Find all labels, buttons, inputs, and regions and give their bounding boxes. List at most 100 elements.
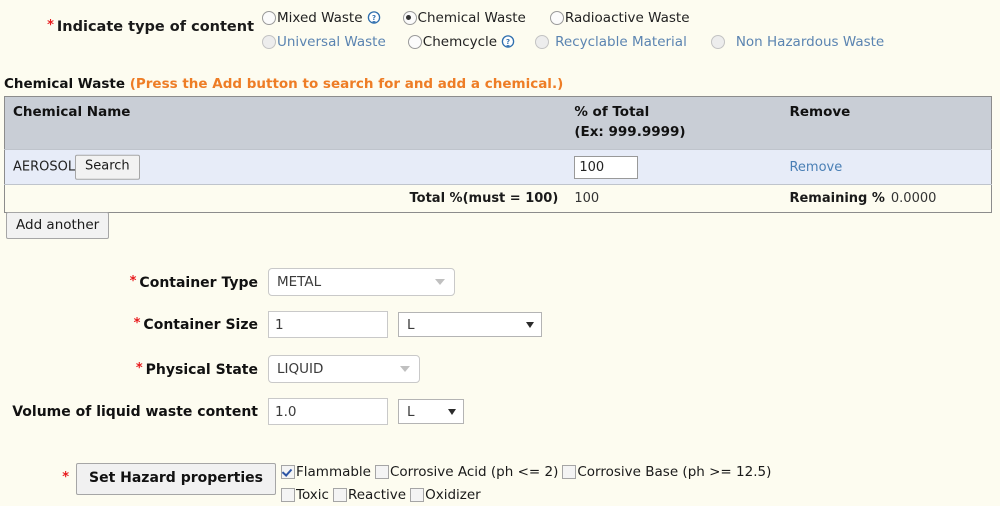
column-header-remove: Remove: [781, 96, 992, 150]
chemical-waste-hint: (Press the Add button to search for and …: [129, 76, 564, 92]
total-percent-label: Total %(must = 100): [409, 191, 559, 207]
radio-universal-waste: [262, 35, 276, 49]
container-type-label-text: Container Type: [139, 274, 258, 291]
radio-option-mixed-waste[interactable]: Mixed Waste ?: [262, 10, 381, 26]
radio-chemical-waste[interactable]: [402, 11, 417, 25]
physical-state-label-text: Physical State: [145, 361, 258, 378]
remaining-percent-cell: Remaining % 0.0000: [781, 184, 992, 213]
checkbox-label-corrosive-base: Corrosive Base (ph >= 12.5): [577, 463, 772, 480]
volume-row: Volume of liquid waste content L: [0, 398, 1000, 425]
set-hazard-properties-button[interactable]: Set Hazard properties: [76, 463, 276, 495]
checkbox-reactive[interactable]: [332, 487, 347, 502]
hazard-required-wrap: *: [0, 458, 72, 487]
content-type-options: Mixed Waste ? Chemical Waste Radioactive…: [262, 4, 884, 54]
radio-option-chemical-waste[interactable]: Chemical Waste: [402, 10, 526, 26]
radio-option-non-hazardous-waste[interactable]: Non Hazardous Waste: [710, 34, 885, 50]
container-type-label: * Container Type: [0, 274, 268, 291]
radio-label-recyclable-material: Recyclable Material: [555, 34, 687, 50]
required-asterisk-container-type: *: [129, 273, 137, 289]
required-asterisk-container-size: *: [133, 316, 141, 331]
search-button[interactable]: Search: [75, 154, 140, 180]
container-size-label-text: Container Size: [143, 317, 258, 333]
remove-link[interactable]: Remove: [789, 160, 842, 175]
checkbox-oxidizer[interactable]: [410, 487, 425, 502]
radio-option-recyclable-material[interactable]: Recyclable Material: [535, 34, 687, 50]
container-type-select[interactable]: METAL: [268, 268, 455, 296]
radio-chemcycle[interactable]: [407, 35, 422, 49]
column-header-percent-line1: % of Total: [574, 104, 650, 120]
required-asterisk-hazard: *: [62, 470, 69, 485]
chemical-table: Chemical Name % of Total (Ex: 999.9999) …: [4, 96, 992, 214]
volume-input[interactable]: [268, 398, 388, 425]
help-icon-chemcycle[interactable]: ?: [501, 35, 515, 49]
radio-option-chemcycle[interactable]: Chemcycle ?: [407, 34, 515, 50]
chevron-down-icon-physical-state: [400, 366, 410, 372]
radio-option-radioactive-waste[interactable]: Radioactive Waste: [549, 10, 690, 26]
checkbox-item-corrosive-acid[interactable]: Corrosive Acid (ph <= 2): [375, 464, 562, 480]
radio-label-chemcycle: Chemcycle: [422, 34, 498, 50]
radio-recyclable-material: [535, 35, 550, 49]
physical-state-value: LIQUID: [277, 361, 324, 377]
required-asterisk: *: [47, 18, 54, 33]
volume-unit-select[interactable]: L: [398, 399, 464, 424]
percent-of-total-input[interactable]: [574, 155, 639, 179]
checkbox-item-oxidizer[interactable]: Oxidizer: [410, 487, 485, 503]
column-header-chemical-name: Chemical Name: [4, 96, 567, 150]
chemical-waste-heading: Chemical Waste (Press the Add button to …: [4, 76, 563, 92]
radio-label-mixed-waste: Mixed Waste: [277, 10, 363, 26]
content-type-label: * Indicate type of content: [0, 4, 262, 35]
checkbox-item-toxic[interactable]: Toxic: [281, 487, 333, 503]
container-type-value: METAL: [277, 274, 322, 290]
checkbox-item-reactive[interactable]: Reactive: [332, 487, 410, 503]
container-size-row: *Container Size L: [0, 311, 1000, 338]
chevron-down-icon-container-size-unit: [526, 321, 534, 328]
checkbox-label-oxidizer: Oxidizer: [425, 486, 481, 503]
hazard-checkbox-group: Flammable Corrosive Acid (ph <= 2) Corro…: [281, 458, 775, 506]
radio-non-hazardous-waste: [710, 35, 725, 49]
checkbox-label-toxic: Toxic: [296, 486, 329, 503]
radio-label-universal-waste: Universal Waste: [277, 34, 386, 50]
column-header-percent-of-total: % of Total (Ex: 999.9999): [566, 96, 782, 150]
checkbox-flammable[interactable]: [281, 464, 295, 479]
radio-option-universal-waste[interactable]: Universal Waste: [262, 34, 386, 50]
checkbox-item-flammable[interactable]: Flammable: [281, 464, 375, 480]
content-type-label-text: Indicate type of content: [56, 19, 254, 35]
hazard-checkbox-row-1: Flammable Corrosive Acid (ph <= 2) Corro…: [281, 460, 775, 483]
container-size-unit-value: L: [407, 316, 415, 333]
total-percent-value-cell: 100: [566, 184, 782, 213]
radio-label-non-hazardous-waste: Non Hazardous Waste: [735, 34, 885, 50]
add-another-button[interactable]: Add another: [6, 212, 110, 239]
container-size-unit-select[interactable]: L: [398, 312, 542, 337]
checkbox-label-flammable: Flammable: [296, 463, 371, 480]
cell-remove: Remove: [781, 149, 992, 185]
required-asterisk-physical-state: *: [135, 360, 143, 376]
svg-text:?: ?: [372, 14, 376, 22]
volume-label: Volume of liquid waste content: [0, 404, 268, 420]
total-percent-label-cell: Total %(must = 100): [4, 184, 567, 213]
checkbox-toxic[interactable]: [281, 487, 295, 502]
physical-state-label: * Physical State: [0, 361, 268, 378]
radio-radioactive-waste[interactable]: [549, 11, 564, 25]
content-type-row-1: Mixed Waste ? Chemical Waste Radioactive…: [262, 6, 884, 30]
checkbox-label-corrosive-acid: Corrosive Acid (ph <= 2): [390, 463, 559, 480]
total-percent-value: 100: [574, 191, 600, 207]
help-icon-mixed-waste[interactable]: ?: [367, 11, 381, 25]
remaining-percent-value: 0.0000: [890, 191, 937, 207]
volume-label-text: Volume of liquid waste content: [12, 403, 258, 420]
cell-chemical-name: AEROSOL Search: [4, 149, 567, 185]
radio-mixed-waste[interactable]: [262, 11, 276, 25]
checkbox-corrosive-acid[interactable]: [375, 464, 389, 479]
checkbox-item-corrosive-base[interactable]: Corrosive Base (ph >= 12.5): [562, 464, 775, 480]
hazard-checkbox-row-2: Toxic Reactive Oxidizer: [281, 483, 775, 506]
chevron-down-icon-volume-unit: [448, 408, 456, 415]
physical-state-select[interactable]: LIQUID: [268, 355, 420, 383]
remaining-percent-label: Remaining %: [789, 191, 885, 207]
svg-text:?: ?: [506, 38, 510, 46]
waste-entry-form: * Indicate type of content Mixed Waste ? …: [0, 0, 1000, 504]
table-header-row: Chemical Name % of Total (Ex: 999.9999) …: [4, 96, 992, 150]
checkbox-corrosive-base[interactable]: [562, 464, 577, 479]
chevron-down-icon-container-type: [435, 279, 445, 285]
cell-percent-of-total: [566, 149, 782, 185]
radio-label-radioactive-waste: Radioactive Waste: [564, 10, 690, 26]
container-size-input[interactable]: [268, 311, 388, 338]
